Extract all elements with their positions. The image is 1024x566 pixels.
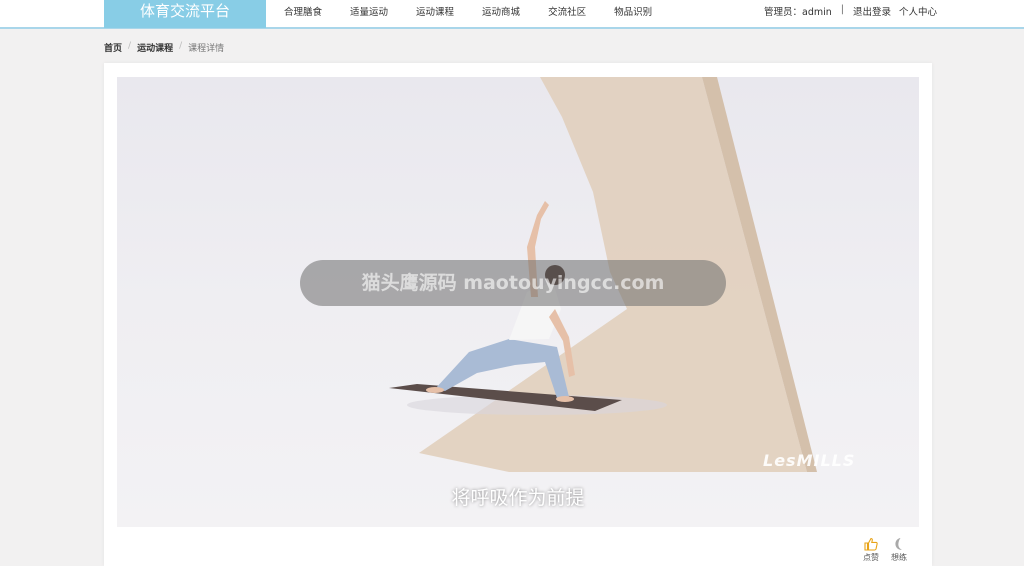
want-to-practice-button[interactable]: 想练 — [887, 537, 911, 563]
site-brand[interactable]: 体育交流平台 — [104, 0, 266, 28]
nav-item-recognition[interactable]: 物品识别 — [614, 4, 652, 18]
nav-item-community[interactable]: 交流社区 — [548, 4, 586, 18]
main-nav: 合理膳食 适量运动 运动课程 运动商城 交流社区 物品识别 — [284, 4, 680, 18]
thumbs-up-icon — [864, 537, 878, 551]
current-user-label: 管理员：admin — [764, 7, 832, 18]
user-area: 管理员：admin | 退出登录 个人中心 — [764, 4, 937, 18]
user-separator: | — [840, 4, 844, 15]
top-header: 体育交流平台 合理膳食 适量运动 运动课程 运动商城 交流社区 物品识别 管理员… — [0, 0, 1024, 29]
nav-item-diet[interactable]: 合理膳食 — [284, 4, 322, 18]
lesmills-logo: LesMILLS — [763, 451, 856, 470]
course-detail-card: LesMILLS 猫头鹰源码 maotouyingcc.com 将呼吸作为前提 … — [104, 63, 932, 566]
nav-item-courses[interactable]: 运动课程 — [416, 4, 454, 18]
like-label: 点赞 — [863, 553, 879, 562]
breadcrumb-current: 课程详情 — [188, 44, 225, 54]
video-subtitle: 将呼吸作为前提 — [451, 487, 585, 509]
moon-icon — [895, 538, 902, 550]
breadcrumb-separator: / — [128, 41, 132, 51]
course-video-player[interactable]: LesMILLS 猫头鹰源码 maotouyingcc.com 将呼吸作为前提 — [117, 77, 919, 527]
watermark-overlay: 猫头鹰源码 maotouyingcc.com — [300, 260, 726, 306]
breadcrumb-home[interactable]: 首页 — [104, 41, 122, 54]
breadcrumb-separator: / — [179, 41, 183, 51]
like-button[interactable]: 点赞 — [859, 537, 883, 563]
logout-link[interactable]: 退出登录 — [853, 4, 891, 18]
breadcrumb: 首页 / 运动课程 / 课程详情 — [104, 41, 224, 54]
breadcrumb-courses[interactable]: 运动课程 — [137, 41, 173, 54]
nav-item-shop[interactable]: 运动商城 — [482, 4, 520, 18]
want-to-practice-label: 想练 — [891, 553, 907, 562]
user-center-link[interactable]: 个人中心 — [899, 4, 937, 18]
nav-item-exercise[interactable]: 适量运动 — [350, 4, 388, 18]
